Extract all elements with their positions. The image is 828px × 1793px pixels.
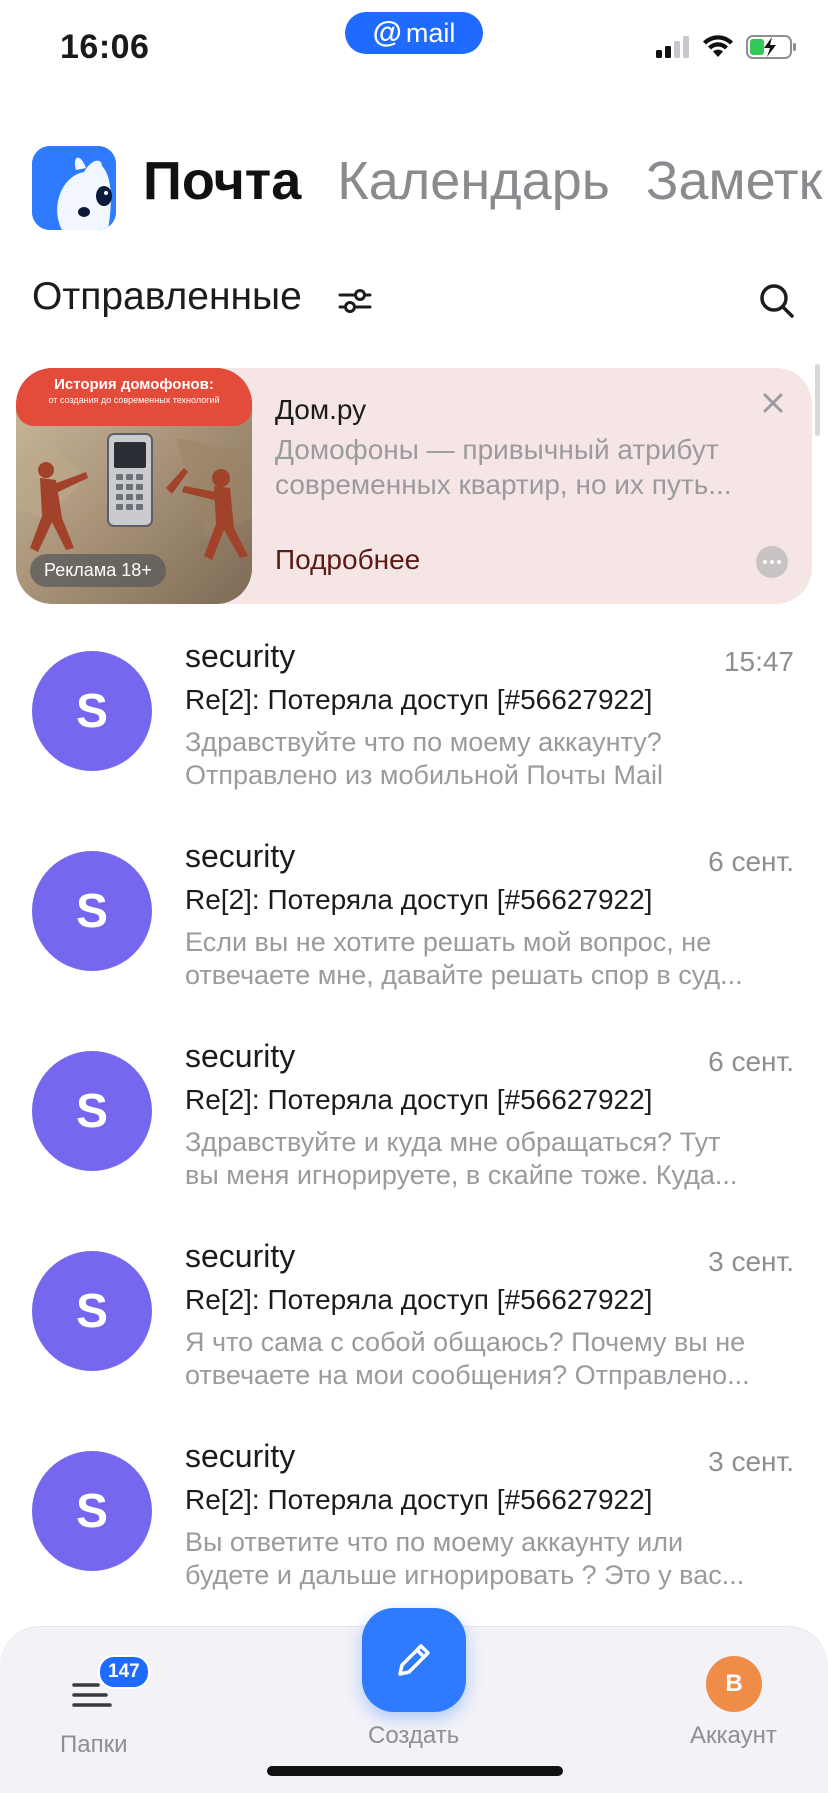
tab-notes[interactable]: Заметк [646,150,822,212]
filter-icon[interactable] [338,287,372,320]
message-snippet: Я что сама с собой общаюсь? Почему вы не… [185,1326,790,1392]
ad-text-line: современных квартир, но их путь... [275,469,732,500]
mail-pill[interactable]: @ mail [345,12,483,54]
mail-list-item[interactable]: S security 3 сент. Re[2]: Потеряла досту… [0,1436,828,1636]
mail-list-item[interactable]: S security 6 сент. Re[2]: Потеряла досту… [0,836,828,1036]
sender-avatar: S [32,1251,152,1371]
message-subject: Re[2]: Потеряла доступ [#56627922] [185,1084,653,1115]
snippet-line: Вы ответите что по моему аккаунту или [185,1527,684,1557]
ad-text: Домофоны — привычный атрибут современных… [275,432,755,502]
pencil-icon [398,1644,430,1676]
message-subject: Re[2]: Потеряла доступ [#56627922] [185,684,653,715]
app-logo [32,146,116,230]
mail-mascot-icon [32,146,116,230]
tab-mail[interactable]: Почта [143,150,301,212]
ad-banner-subtitle: от создания до современных технологий [48,395,220,405]
compose-label: Создать [368,1722,460,1749]
message-snippet: Если вы не хотите решать мой вопрос, не … [185,926,790,992]
ad-card[interactable]: История домофонов: от создания до соврем… [16,368,812,604]
status-time: 16:06 [60,28,150,66]
status-icons [656,34,798,60]
wifi-icon [703,35,733,57]
snippet-line: Здравствуйте что по моему аккаунту? [185,727,662,757]
sender-avatar: S [32,851,152,971]
message-date: 6 сент. [708,1046,794,1077]
home-indicator[interactable] [267,1766,563,1776]
sender-avatar: S [32,1451,152,1571]
message-snippet: Здравствуйте и куда мне обращаться? Тут … [185,1126,790,1192]
battery-icon [746,35,796,59]
message-date: 3 сент. [708,1446,794,1477]
message-subject: Re[2]: Потеряла доступ [#56627922] [185,884,653,915]
snippet-line: вы меня игнорируете, в скайпе тоже. Куда… [185,1160,738,1190]
app-tabs: Почта Календарь Заметк [143,150,822,212]
nav-folders-button[interactable]: 147 Папки [52,1655,182,1758]
compose-button[interactable] [362,1608,466,1712]
snippet-line: будете и дальше игнорировать ? Это у вас… [185,1560,745,1590]
mail-list-item[interactable]: S security 3 сент. Re[2]: Потеряла досту… [0,1236,828,1436]
sender-avatar: S [32,1051,152,1171]
scrollbar-thumb[interactable] [815,364,820,436]
signal-icon [656,36,689,58]
ad-more-link[interactable]: Подробнее [275,544,420,576]
sender-name: security [185,1438,296,1474]
message-subject: Re[2]: Потеряла доступ [#56627922] [185,1284,653,1315]
message-date: 3 сент. [708,1246,794,1277]
folders-unread-badge: 147 [98,1655,150,1689]
ad-text-line: Домофоны — привычный атрибут [275,434,719,465]
snippet-line: Отправлено из мобильной Почты Mail [185,760,664,790]
message-snippet: Здравствуйте что по моему аккаунту? Отпр… [185,726,790,792]
ad-advertiser: Дом.ру [275,394,367,425]
mail-pill-label: mail [405,17,456,48]
nav-folders-label: Папки [60,1731,128,1758]
message-date: 15:47 [723,646,794,677]
ad-image: История домофонов: от создания до соврем… [16,368,252,604]
snippet-line: отвечаете на мои сообщения? Отправлено..… [185,1360,750,1390]
tab-calendar[interactable]: Календарь [337,150,610,212]
search-icon[interactable] [758,282,796,325]
close-icon[interactable] [762,392,784,419]
account-label: Аккаунт [690,1722,777,1749]
snippet-line: Здравствуйте и куда мне обращаться? Тут [185,1127,721,1157]
sender-name: security [185,638,296,674]
ad-banner-title: История домофонов: [54,376,214,393]
sender-name: security [185,838,296,874]
sender-name: security [185,1238,296,1274]
message-date: 6 сент. [708,846,794,877]
mail-list-item[interactable]: S security 15:47 Re[2]: Потеряла доступ … [0,636,828,836]
snippet-line: Если вы не хотите решать мой вопрос, не [185,927,712,957]
more-options-icon[interactable] [756,546,788,578]
mail-list-item[interactable]: S security 6 сент. Re[2]: Потеряла досту… [0,1036,828,1236]
account-avatar[interactable]: B [706,1656,762,1712]
folder-title[interactable]: Отправленные [32,275,302,319]
snippet-line: отвечаете мне, давайте решать спор в суд… [185,960,743,990]
ad-banner: История домофонов: от создания до соврем… [16,368,252,426]
message-snippet: Вы ответите что по моему аккаунту или бу… [185,1526,790,1592]
ad-age-badge: Реклама 18+ [30,554,166,587]
sender-avatar: S [32,651,152,771]
snippet-line: Я что сама с собой общаюсь? Почему вы не [185,1327,746,1357]
sender-name: security [185,1038,296,1074]
at-icon: @ [372,16,402,49]
message-subject: Re[2]: Потеряла доступ [#56627922] [185,1484,653,1515]
